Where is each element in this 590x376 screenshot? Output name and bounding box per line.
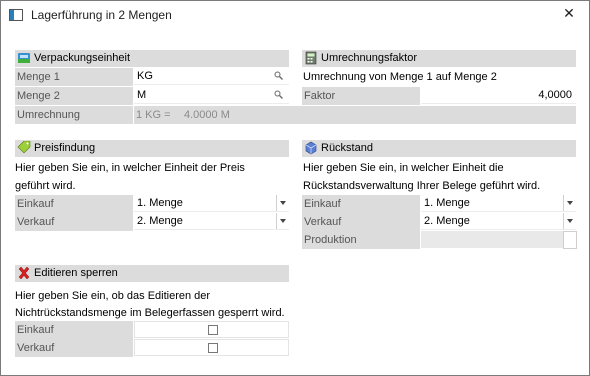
rueck-einkauf-value: 1. Menge [424, 197, 470, 209]
package-icon [18, 53, 30, 63]
edit-verkauf-checkbox[interactable] [208, 343, 218, 353]
chevron-down-icon[interactable] [276, 195, 289, 211]
produktion-label: Produktion [302, 231, 420, 249]
section-rueckstand: Rückstand [302, 140, 576, 157]
editieren-text-line2: Nichtrückstandsmenge im Belegerfassen ge… [15, 307, 285, 319]
preis-einkauf-select[interactable]: 1. Menge [134, 195, 289, 212]
menge1-field[interactable]: KG [134, 68, 289, 85]
section-umrechnungsfaktor: Umrechnungsfaktor [302, 50, 576, 67]
dialog-window: Lagerführung in 2 Mengen ✕ Verpackungsei… [0, 0, 590, 376]
faktor-field[interactable]: 4,0000 [421, 87, 576, 104]
rueckstand-text-line2: Rückstandsverwaltung Ihrer Belege geführ… [303, 180, 541, 192]
umrechnung-readout: 1 KG = 4.0000 M [134, 106, 576, 124]
section-title: Rückstand [321, 142, 373, 154]
rueck-einkauf-label: Einkauf [302, 195, 420, 213]
edit-einkauf-checkbox[interactable] [208, 325, 218, 335]
umrechnung-right: 4.0000 M [184, 109, 230, 121]
close-button[interactable]: ✕ [558, 3, 580, 23]
rueck-einkauf-select[interactable]: 1. Menge [421, 195, 576, 212]
menge2-label: Menge 2 [15, 87, 133, 105]
window-icon [9, 9, 23, 21]
rueck-verkauf-select[interactable]: 2. Menge [421, 213, 576, 230]
edit-verkauf-cell [134, 339, 289, 356]
edit-verkauf-label: Verkauf [15, 339, 133, 357]
faktor-label: Faktor [302, 87, 420, 105]
section-title: Verpackungseinheit [34, 52, 131, 64]
preisfindung-text-line1: Hier geben Sie ein, in welcher Einheit d… [15, 162, 245, 174]
chevron-down-icon[interactable] [563, 213, 576, 229]
menge2-field[interactable]: M [134, 87, 289, 104]
chevron-down-icon[interactable] [563, 195, 576, 211]
menge1-value: KG [137, 70, 153, 82]
rueck-verkauf-label: Verkauf [302, 213, 420, 231]
search-icon[interactable] [274, 90, 283, 99]
preis-einkauf-value: 1. Menge [137, 197, 183, 209]
rueck-verkauf-value: 2. Menge [424, 215, 470, 227]
menge2-value: M [137, 89, 147, 101]
section-title: Umrechnungsfaktor [321, 52, 417, 64]
title-bar: Lagerführung in 2 Mengen ✕ [1, 1, 589, 29]
menge1-label: Menge 1 [15, 68, 133, 86]
section-title: Preisfindung [34, 142, 96, 154]
calculator-icon [305, 51, 317, 65]
section-title: Editieren sperren [34, 267, 118, 279]
preis-verkauf-value: 2. Menge [137, 215, 183, 227]
umrechnung-description: Umrechnung von Menge 1 auf Menge 2 [303, 71, 497, 83]
faktor-value: 4,0000 [538, 89, 572, 101]
edit-einkauf-label: Einkauf [15, 321, 133, 339]
preisfindung-text-line2: geführt wird. [15, 180, 76, 192]
preis-einkauf-label: Einkauf [15, 195, 133, 213]
window-title: Lagerführung in 2 Mengen [31, 8, 172, 22]
search-icon[interactable] [274, 71, 283, 80]
umrechnung-label: Umrechnung [15, 106, 133, 124]
rueckstand-text-line1: Hier geben Sie ein, in welcher Einheit d… [303, 162, 504, 174]
preis-verkauf-label: Verkauf [15, 213, 133, 231]
editieren-text-line1: Hier geben Sie ein, ob das Editieren der [15, 290, 211, 302]
preis-verkauf-select[interactable]: 2. Menge [134, 213, 289, 230]
section-verpackungseinheit: Verpackungseinheit [15, 50, 289, 67]
red-x-icon [18, 266, 30, 280]
produktion-button[interactable] [563, 231, 577, 249]
produktion-field [421, 231, 563, 248]
section-preisfindung: Preisfindung [15, 140, 289, 157]
umrechnung-left: 1 KG = [136, 109, 171, 121]
price-tag-icon [17, 141, 31, 154]
chevron-down-icon[interactable] [276, 213, 289, 229]
box-icon [305, 141, 317, 155]
edit-einkauf-cell [134, 321, 289, 338]
section-editieren-sperren: Editieren sperren [15, 265, 289, 282]
